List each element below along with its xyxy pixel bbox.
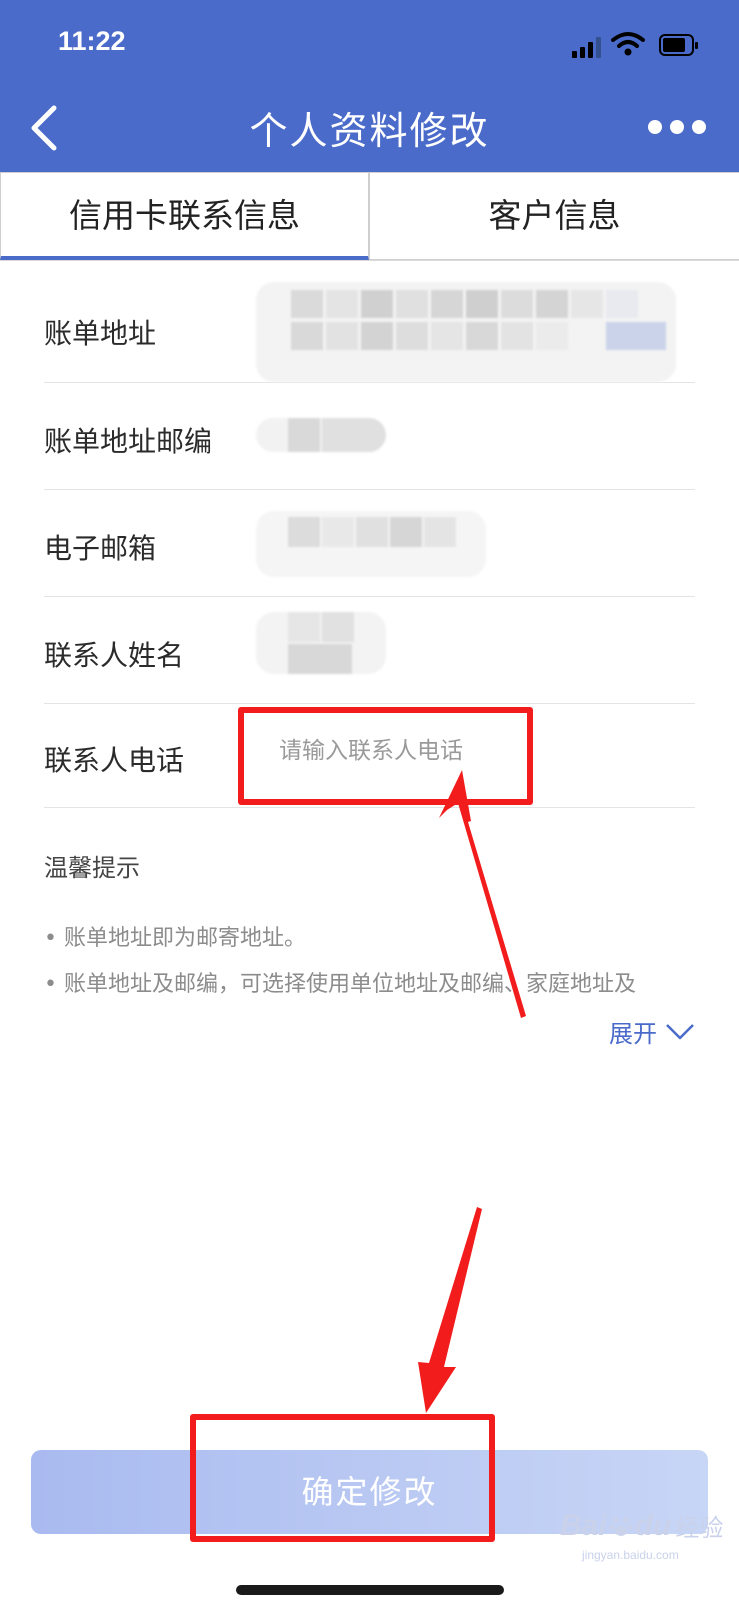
tips-title: 温馨提示 [44, 854, 140, 882]
tip-line: • 账单地址及邮编，可选择使用单位地址及邮编、家庭地址及 [44, 972, 636, 997]
baidu-watermark: Bai du 经验 [560, 1508, 724, 1543]
more-options-icon[interactable] [648, 112, 706, 142]
email-label: 电子邮箱 [44, 532, 157, 565]
tab-bar: 信用卡联系信息 客户信息 [0, 172, 739, 261]
tab-credit-card-contact[interactable]: 信用卡联系信息 [0, 172, 369, 260]
watermark-url: jingyan.baidu.com [582, 1548, 679, 1562]
billing-zip-label: 账单地址邮编 [44, 425, 213, 458]
page-title: 个人资料修改 [249, 109, 490, 153]
wifi-icon [611, 32, 645, 56]
arrow-down-to-confirm [418, 1207, 482, 1413]
cellular-signal-icon [572, 36, 602, 58]
billing-address-value-redacted [256, 282, 676, 382]
contact-phone-label: 联系人电话 [44, 744, 185, 777]
contact-name-label: 联系人姓名 [44, 639, 185, 672]
email-row[interactable]: 电子邮箱 [44, 489, 695, 597]
top-bar: 11:22 个人资料修改 [0, 0, 739, 172]
billing-address-label: 账单地址 [44, 317, 157, 350]
chevron-down-icon [666, 1023, 694, 1039]
tab-customer-info[interactable]: 客户信息 [369, 172, 739, 260]
expand-button[interactable]: 展开 [609, 1014, 695, 1049]
contact-name-row[interactable]: 联系人姓名 [44, 596, 695, 704]
home-indicator [236, 1585, 504, 1595]
status-time: 11:22 [58, 26, 126, 56]
billing-zip-row[interactable]: 账单地址邮编 [44, 382, 695, 490]
billing-address-row[interactable]: 账单地址 [44, 260, 695, 383]
expand-label: 展开 [609, 1020, 657, 1048]
paw-icon [609, 1516, 633, 1536]
battery-icon [659, 34, 698, 56]
tip-line: • 账单地址即为邮寄地址。 [44, 926, 306, 951]
email-value-redacted [256, 511, 486, 577]
billing-zip-value-redacted [256, 418, 386, 452]
highlight-box-phone [238, 707, 533, 805]
contact-name-value-redacted [256, 612, 386, 674]
highlight-box-confirm [190, 1414, 495, 1542]
